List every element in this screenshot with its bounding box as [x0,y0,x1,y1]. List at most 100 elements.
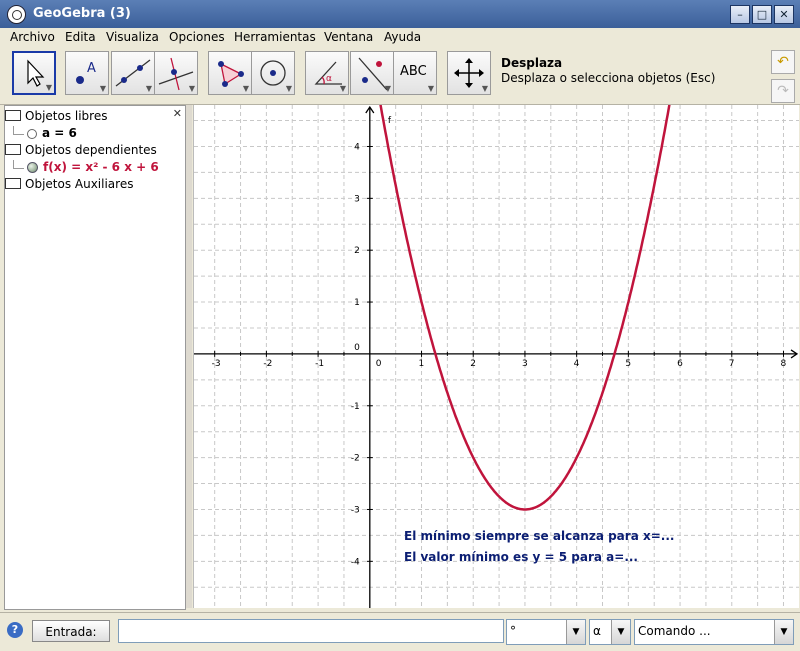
dropdown-arrow-icon: ▼ [427,84,434,93]
hidden-object-icon[interactable] [27,128,37,139]
menu-ayuda[interactable]: Ayuda [384,30,421,44]
entry-input[interactable] [118,619,504,643]
maximize-button[interactable]: □ [752,5,772,24]
folder-icon [5,144,21,155]
chevron-down-icon[interactable]: ▼ [611,620,630,644]
algebra-item-a[interactable]: a = 6 [13,126,77,140]
point-tool-button[interactable]: A ▼ [65,51,109,95]
title-bar: GeoGebra (3) – □ ✕ [0,0,800,28]
close-panel-button[interactable]: ✕ [173,107,182,120]
algebra-item-label: f(x) = x² - 6 x + 6 [43,160,159,174]
undo-icon: ↶ [777,54,789,70]
entry-button[interactable]: Entrada: [32,620,110,642]
chevron-down-icon[interactable]: ▼ [566,620,585,644]
text-tool-button[interactable]: ABC ▼ [393,51,437,95]
degree-symbol: ° [510,624,516,638]
input-bar: ? Entrada: ° ▼ α ▼ Comando ... ▼ [0,612,800,651]
y-tick-label: -1 [351,402,360,412]
text-tool-label: ABC [400,64,427,79]
function-label[interactable]: f [388,116,392,126]
free-objects-folder[interactable]: Objetos libres [5,109,107,123]
y-tick-label: -3 [351,505,360,515]
folder-icon [5,110,21,121]
x-tick-label: 1 [419,359,425,369]
algebra-item-label: a = 6 [42,126,77,140]
y-tick-label: 2 [354,246,360,256]
graphics-text-line2[interactable]: El valor mínimo es y = 5 para a=... [404,550,638,564]
reflect-tool-button[interactable]: ▼ [350,51,394,95]
help-icon[interactable]: ? [7,622,23,638]
command-placeholder: Comando ... [638,624,711,638]
toolbar: ▼ A ▼ ▼ ▼ ▼ ▼ α ▼ ▼ ABC ▼ ▼ Desplaza Des… [0,46,800,105]
chevron-down-icon[interactable]: ▼ [774,620,793,644]
svg-text:A: A [87,61,96,76]
panel-splitter[interactable] [186,105,192,608]
close-button[interactable]: ✕ [774,5,794,24]
x-tick-label: 2 [470,359,476,369]
y-tick-label: 3 [354,194,360,204]
line-tool-button[interactable]: ▼ [111,51,155,95]
menu-herramientas[interactable]: Herramientas [234,30,316,44]
x-tick-label: -1 [315,359,324,369]
algebra-view[interactable]: Objetos libres ✕ a = 6 Objetos dependien… [4,105,186,610]
menu-archivo[interactable]: Archivo [10,30,55,44]
circle-tool-button[interactable]: ▼ [251,51,295,95]
dropdown-arrow-icon: ▼ [481,84,488,93]
y-tick-label: -2 [351,454,360,464]
x-tick-label: 5 [625,359,631,369]
folder-label: Objetos Auxiliares [25,177,134,191]
angle-tool-button[interactable]: α ▼ [305,51,349,95]
svg-text:α: α [326,74,332,84]
y-tick-label: 0 [354,343,360,353]
perpendicular-tool-button[interactable]: ▼ [154,51,198,95]
symbol-dropdown[interactable]: ° ▼ [506,619,586,645]
folder-label: Objetos dependientes [25,143,157,157]
tree-connector [13,160,24,169]
menu-opciones[interactable]: Opciones [169,30,225,44]
redo-button[interactable]: ↷ [771,79,795,103]
command-dropdown[interactable]: Comando ... ▼ [634,619,794,645]
x-tick-label: 6 [677,359,683,369]
visible-object-icon[interactable] [27,162,38,173]
alpha-symbol: α [593,624,601,638]
polygon-tool-button[interactable]: ▼ [208,51,252,95]
x-tick-label: 8 [780,359,786,369]
tool-description-title: Desplaza [501,56,563,70]
greek-dropdown[interactable]: α ▼ [589,619,631,645]
dropdown-arrow-icon: ▼ [285,84,292,93]
algebra-item-f[interactable]: f(x) = x² - 6 x + 6 [13,160,159,174]
tree-connector [13,126,24,135]
dropdown-arrow-icon: ▼ [188,84,195,93]
graphics-text-line1[interactable]: El mínimo siempre se alcanza para x=... [404,529,674,543]
dropdown-arrow-icon: ▼ [339,84,346,93]
x-tick-label: 3 [522,359,528,369]
dropdown-arrow-icon: ▼ [145,84,152,93]
y-tick-label: 4 [354,142,360,152]
redo-icon: ↷ [777,83,789,99]
x-tick-label: 4 [574,359,580,369]
menu-ventana[interactable]: Ventana [324,30,373,44]
menu-edita[interactable]: Edita [65,30,96,44]
x-tick-label: -2 [263,359,272,369]
dropdown-arrow-icon: ▼ [242,84,249,93]
dependent-objects-folder[interactable]: Objetos dependientes [5,143,157,157]
menu-visualiza[interactable]: Visualiza [106,30,159,44]
undo-button[interactable]: ↶ [771,50,795,74]
tool-description-text: Desplaza o selecciona objetos (Esc) [501,71,716,85]
dropdown-arrow-icon: ▼ [384,84,391,93]
dropdown-arrow-icon: ▼ [45,83,52,92]
dropdown-arrow-icon: ▼ [99,84,106,93]
move-graphics-tool-button[interactable]: ▼ [447,51,491,95]
menu-bar: Archivo Edita Visualiza Opciones Herrami… [0,28,800,46]
folder-label: Objetos libres [25,109,108,123]
move-tool-button[interactable]: ▼ [12,51,56,95]
y-tick-label: 1 [354,298,360,308]
minimize-button[interactable]: – [730,5,750,24]
x-tick-label: -3 [212,359,221,369]
folder-icon [5,178,21,189]
auxiliary-objects-folder[interactable]: Objetos Auxiliares [5,177,133,191]
geogebra-logo-icon [7,5,26,24]
x-tick-label: 0 [376,359,382,369]
graphics-view[interactable]: -3 -2 -1 0 1 2 3 4 5 6 7 8 4 3 2 1 0 -1 -2 -3 -4 f El mínimo … [193,105,799,608]
window-title: GeoGebra (3) [33,6,131,21]
